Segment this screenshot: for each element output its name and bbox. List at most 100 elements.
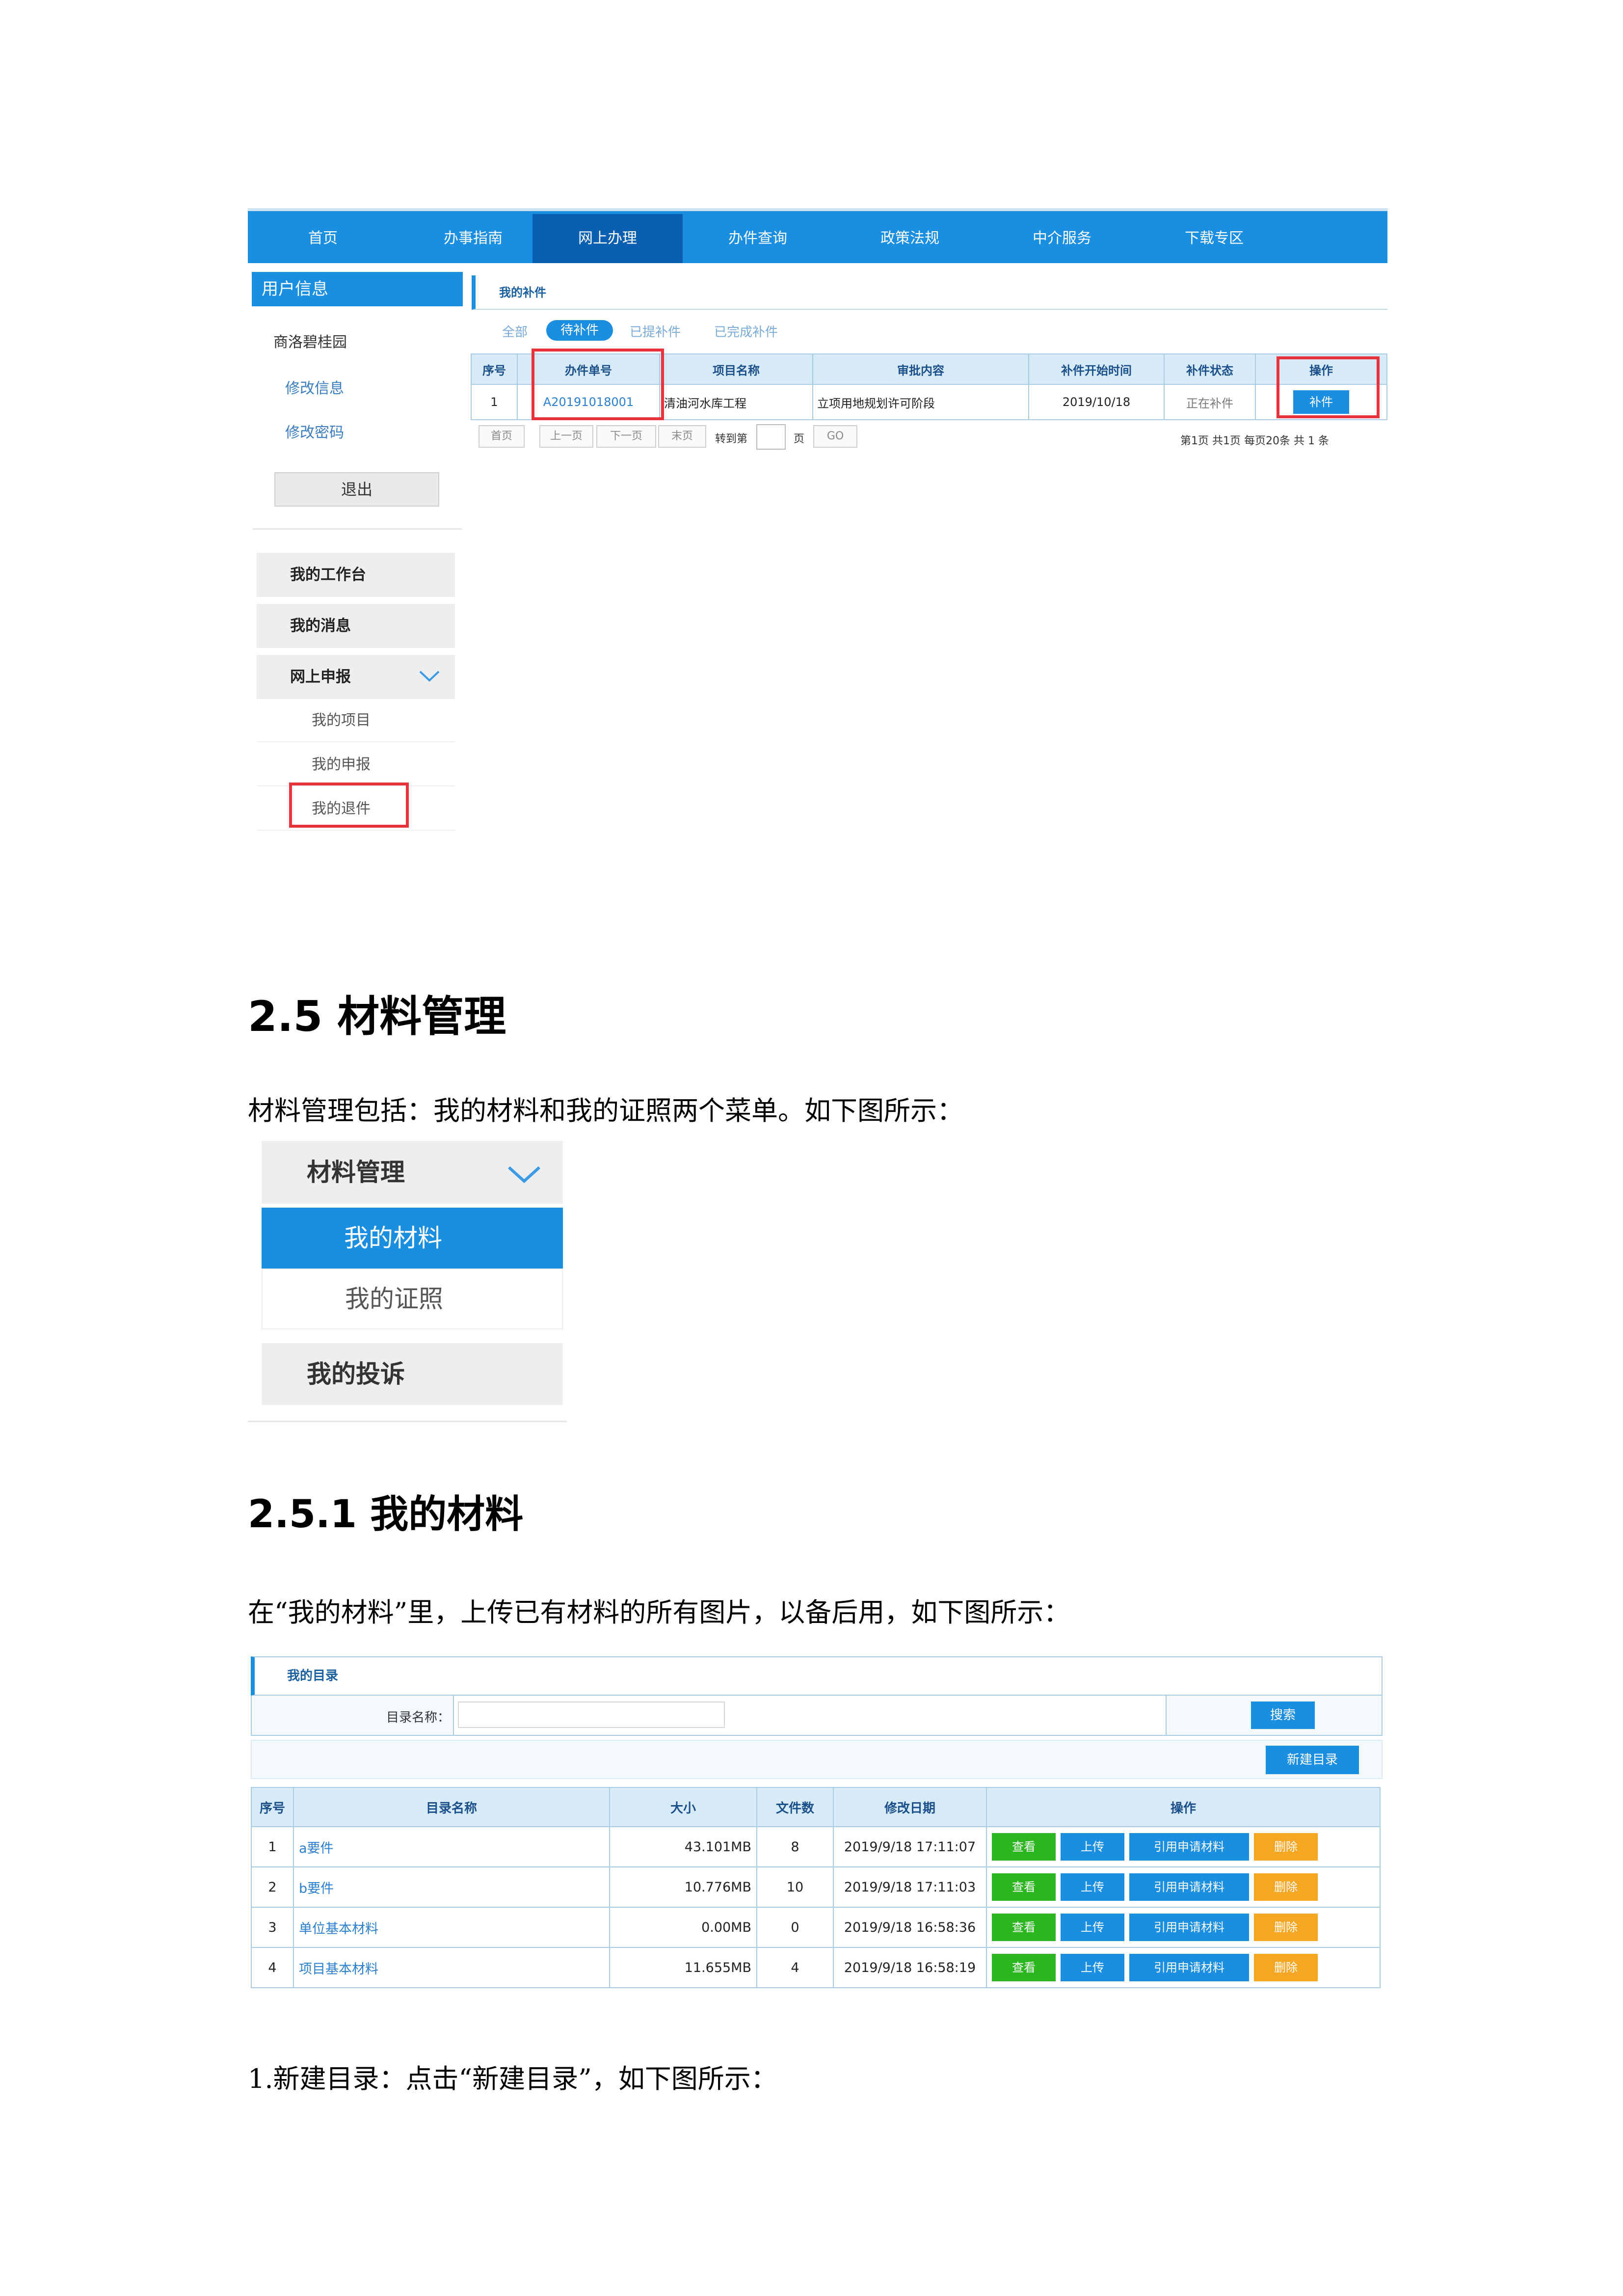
cell-date: 2019/9/18 17:11:03 — [833, 1866, 987, 1908]
directory-panel-title: 我的目录 — [251, 1656, 1383, 1696]
nav-intermediary[interactable]: 中介服务 — [987, 214, 1137, 263]
delete-button[interactable]: 删除 — [1254, 1914, 1318, 1941]
cite-materials-button[interactable]: 引用申请材料 — [1129, 1954, 1249, 1981]
view-button[interactable]: 查看 — [992, 1914, 1056, 1941]
menu-workbench[interactable]: 我的工作台 — [257, 553, 455, 597]
sub-my-declarations[interactable]: 我的申报 — [257, 743, 455, 786]
menu-my-complaints[interactable]: 我的投诉 — [262, 1343, 563, 1405]
section-2-5-paragraph: 材料管理包括：我的材料和我的证照两个菜单。如下图所示： — [248, 1095, 963, 1126]
modify-password-link[interactable]: 修改密码 — [285, 420, 344, 442]
cell-ops: 查看 上传 引用申请材料 删除 — [986, 1826, 1381, 1867]
directory-name-input[interactable] — [458, 1702, 725, 1728]
menu-messages[interactable]: 我的消息 — [257, 604, 455, 648]
view-button[interactable]: 查看 — [992, 1873, 1056, 1901]
table-row: 2 b要件 10.776MB 10 2019/9/18 17:11:03 查看上… — [251, 1866, 1381, 1908]
cell-date: 2019/9/18 16:58:36 — [833, 1907, 987, 1948]
logout-button[interactable]: 退出 — [274, 472, 439, 507]
cell-start: 2019/10/18 — [1028, 384, 1165, 420]
menu-material-management-label: 材料管理 — [307, 1158, 405, 1187]
pager-goto-label: 转到第 — [715, 433, 748, 445]
menu-online-declaration[interactable]: 网上申报 — [257, 655, 455, 699]
panel-title: 我的补件 — [472, 275, 1387, 310]
delete-button[interactable]: 删除 — [1254, 1873, 1318, 1901]
table-row: 4 项目基本材料 11.655MB 4 2019/9/18 16:58:19 查… — [251, 1947, 1381, 1988]
nav-guide[interactable]: 办事指南 — [398, 214, 548, 263]
screenshot-online-processing: 首页 办事指南 网上办理 办件查询 政策法规 中介服务 下载专区 用户信息 商洛… — [248, 208, 1387, 833]
nav-download[interactable]: 下载专区 — [1139, 214, 1289, 263]
th-project: 项目名称 — [659, 353, 813, 385]
modify-info-link[interactable]: 修改信息 — [285, 376, 344, 398]
new-directory-button[interactable]: 新建目录 — [1266, 1746, 1359, 1774]
pager-page-input[interactable] — [756, 424, 786, 450]
section-2-5-1-title: 2.5.1 我的材料 — [248, 1492, 524, 1537]
filter-done[interactable]: 已完成补件 — [714, 322, 778, 340]
highlight-action — [1277, 356, 1380, 418]
menu-my-licenses[interactable]: 我的证照 — [262, 1269, 563, 1329]
cite-materials-button[interactable]: 引用申请材料 — [1129, 1833, 1249, 1861]
top-navigation: 首页 办事指南 网上办理 办件查询 政策法规 中介服务 下载专区 — [248, 208, 1387, 263]
cell-status: 正在补件 — [1164, 384, 1256, 420]
search-button[interactable]: 搜索 — [1251, 1702, 1315, 1729]
upload-button[interactable]: 上传 — [1061, 1914, 1124, 1941]
pager-summary: 第1页 共1页 每页20条 共 1 条 — [1180, 435, 1329, 447]
nav-case-query[interactable]: 办件查询 — [683, 214, 833, 263]
cell-no: 2 — [251, 1866, 294, 1908]
th-no: 序号 — [471, 353, 518, 385]
menu-divider — [248, 1421, 567, 1422]
highlight-case-no — [532, 349, 664, 420]
th-ops: 操作 — [986, 1787, 1381, 1827]
filter-all[interactable]: 全部 — [502, 322, 528, 340]
filter-submitted[interactable]: 已提补件 — [630, 322, 681, 340]
cell-no: 1 — [251, 1826, 294, 1867]
sidebar-divider — [253, 528, 462, 530]
cell-count: 8 — [756, 1826, 834, 1867]
filter-pending[interactable]: 待补件 — [546, 320, 613, 341]
th-no: 序号 — [251, 1787, 294, 1827]
pager-last[interactable]: 末页 — [658, 425, 706, 448]
pager-page-label: 页 — [794, 433, 805, 445]
menu-material-management[interactable]: 材料管理 — [262, 1141, 563, 1204]
cell-no: 4 — [251, 1947, 294, 1988]
cell-no: 3 — [251, 1907, 294, 1948]
nav-online-processing[interactable]: 网上办理 — [532, 214, 683, 263]
cell-ops: 查看 上传 引用申请材料 删除 — [986, 1866, 1381, 1908]
cell-ops: 查看 上传 引用申请材料 删除 — [986, 1907, 1381, 1948]
upload-button[interactable]: 上传 — [1061, 1873, 1124, 1901]
upload-button[interactable]: 上传 — [1061, 1954, 1124, 1981]
cell-size: 10.776MB — [609, 1866, 757, 1908]
screenshot-material-menu: 材料管理 我的材料 我的证照 我的投诉 — [248, 1139, 567, 1424]
search-label: 目录名称： — [386, 1710, 451, 1725]
pager-go-button[interactable]: GO — [813, 425, 857, 448]
directory-link[interactable]: a要件 — [293, 1826, 610, 1867]
th-start: 补件开始时间 — [1028, 353, 1165, 385]
cite-materials-button[interactable]: 引用申请材料 — [1129, 1914, 1249, 1941]
cell-size: 43.101MB — [609, 1826, 757, 1867]
upload-button[interactable]: 上传 — [1061, 1833, 1124, 1861]
view-button[interactable]: 查看 — [992, 1954, 1056, 1981]
table-row: 3 单位基本材料 0.00MB 0 2019/9/18 16:58:36 查看上… — [251, 1907, 1381, 1948]
delete-button[interactable]: 删除 — [1254, 1954, 1318, 1981]
directory-link[interactable]: 单位基本材料 — [293, 1907, 610, 1948]
nav-home[interactable]: 首页 — [248, 214, 398, 263]
pager-first[interactable]: 首页 — [479, 425, 525, 448]
sub-my-projects[interactable]: 我的项目 — [257, 699, 455, 742]
cell-content: 立项用地规划许可阶段 — [812, 384, 1029, 420]
pager-next[interactable]: 下一页 — [596, 425, 656, 448]
directory-link[interactable]: b要件 — [293, 1866, 610, 1908]
directory-link[interactable]: 项目基本材料 — [293, 1947, 610, 1988]
menu-my-materials[interactable]: 我的材料 — [262, 1208, 563, 1269]
cell-ops: 查看 上传 引用申请材料 删除 — [986, 1947, 1381, 1988]
nav-policy[interactable]: 政策法规 — [835, 214, 985, 263]
cell-project: 清油河水库工程 — [659, 384, 813, 420]
screenshot-my-materials: 我的目录 目录名称： 搜索 新建目录 序号 目录名称 大小 文件数 修改日期 操… — [248, 1653, 1387, 1997]
view-button[interactable]: 查看 — [992, 1833, 1056, 1861]
cell-count: 0 — [756, 1907, 834, 1948]
cell-date: 2019/9/18 16:58:19 — [833, 1947, 987, 1988]
cell-count: 10 — [756, 1866, 834, 1908]
cite-materials-button[interactable]: 引用申请材料 — [1129, 1873, 1249, 1901]
directory-table: 序号 目录名称 大小 文件数 修改日期 操作 1 a要件 43.101MB 8 … — [251, 1787, 1381, 1988]
th-count: 文件数 — [756, 1787, 834, 1827]
cell-size: 0.00MB — [609, 1907, 757, 1948]
delete-button[interactable]: 删除 — [1254, 1833, 1318, 1861]
pager-prev[interactable]: 上一页 — [539, 425, 593, 448]
